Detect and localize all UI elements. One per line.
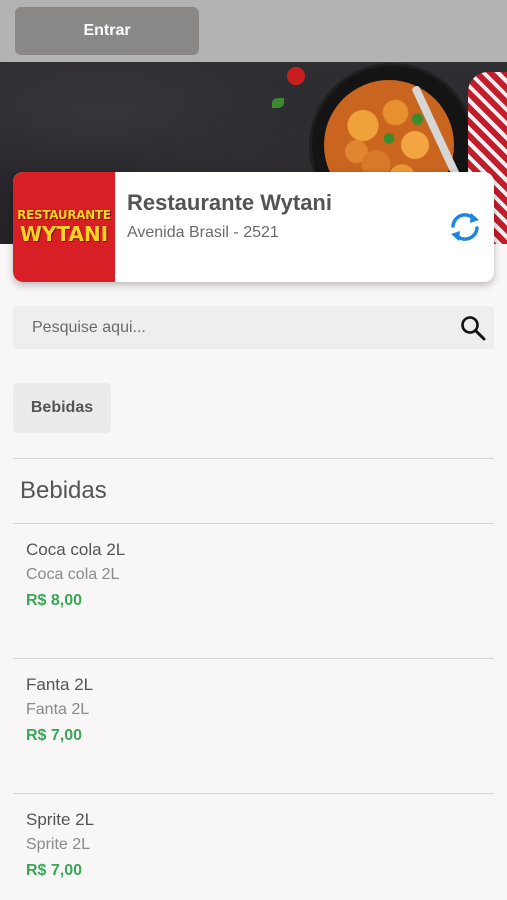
item-name: Coca cola 2L — [26, 540, 126, 559]
restaurant-card: RESTAURANTE WYTANI Restaurante Wytani Av… — [13, 172, 494, 282]
tomato-decoration — [287, 67, 305, 85]
search-bar — [13, 306, 494, 349]
item-price: R$ 8,00 — [26, 592, 83, 609]
item-name: Fanta 2L — [26, 675, 94, 694]
menu-item[interactable]: Fanta 2L Fanta 2L R$ 7,00 — [13, 659, 494, 793]
restaurant-address: Avenida Brasil - 2521 — [127, 224, 279, 241]
section-title: Bebidas — [20, 477, 107, 504]
restaurant-name: Restaurante Wytani — [127, 190, 332, 215]
menu-item[interactable]: Coca cola 2L Coca cola 2L R$ 8,00 — [13, 524, 494, 658]
herb-decoration — [272, 98, 284, 108]
logo-text-top: RESTAURANTE — [17, 208, 111, 222]
refresh-icon[interactable] — [447, 210, 483, 244]
login-button[interactable]: Entrar — [15, 7, 199, 55]
search-input[interactable] — [13, 306, 453, 349]
item-description: Sprite 2L — [26, 836, 91, 853]
divider — [13, 458, 494, 459]
item-price: R$ 7,00 — [26, 727, 83, 744]
item-description: Coca cola 2L — [26, 566, 120, 583]
item-price: R$ 7,00 — [26, 862, 83, 879]
menu-item[interactable]: Sprite 2L Sprite 2L R$ 7,00 — [13, 794, 494, 900]
category-chip-bebidas[interactable]: Bebidas — [13, 383, 111, 433]
top-bar: Entrar — [0, 0, 507, 62]
restaurant-logo: RESTAURANTE WYTANI — [13, 172, 115, 282]
item-description: Fanta 2L — [26, 701, 90, 718]
item-name: Sprite 2L — [26, 810, 95, 829]
search-icon[interactable] — [459, 314, 487, 342]
logo-text-bottom: WYTANI — [19, 222, 109, 246]
